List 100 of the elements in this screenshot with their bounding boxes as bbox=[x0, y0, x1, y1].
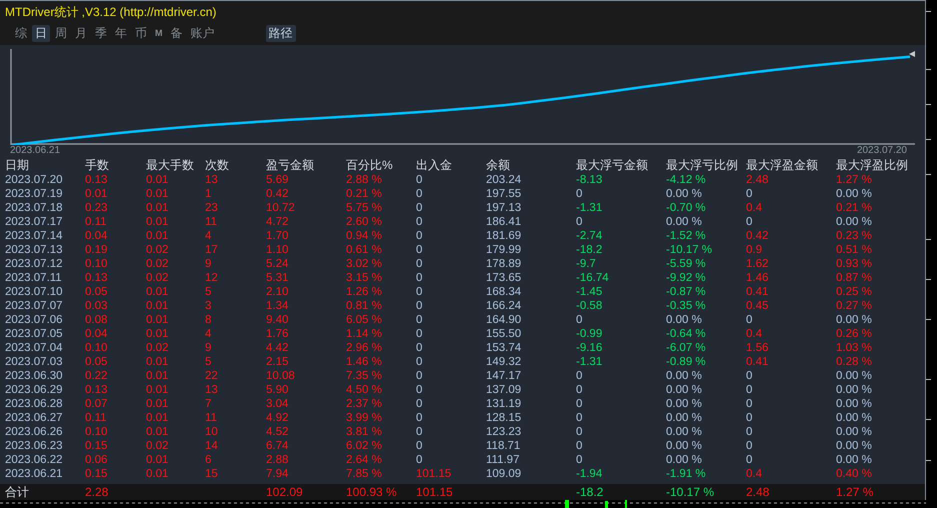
table-cell-text: 2023.07.06 bbox=[5, 313, 64, 327]
period-tab[interactable]: 综 bbox=[12, 25, 30, 42]
table-cell-text: 164.90 bbox=[486, 313, 522, 327]
table-cell-text: 123.23 bbox=[486, 425, 522, 439]
table-cell-text: 0.05 bbox=[85, 355, 108, 369]
table-cell-text: -9.92 % bbox=[666, 271, 707, 285]
table-cell-text: 0.00 % bbox=[666, 215, 703, 229]
table-cell-text: 0.27 % bbox=[836, 299, 873, 313]
table-cell-text: 2023.07.18 bbox=[5, 201, 64, 215]
table-cell-text: 0 bbox=[746, 425, 754, 439]
table-cell-text: 0.01 bbox=[146, 383, 170, 397]
table-cell-text: 0 bbox=[416, 313, 424, 327]
table-cell-text: 0.21 % bbox=[346, 187, 383, 201]
window-title: MTDriver统计 ,V3.12 (http://mtdriver.cn) bbox=[5, 4, 216, 20]
table-cell-text: 0.13 bbox=[85, 173, 108, 187]
table-cell-text: -0.35 % bbox=[666, 299, 707, 313]
column-header: 次数 bbox=[205, 157, 230, 173]
table-cell-text: -5.59 % bbox=[666, 257, 707, 271]
table-cell-text: 0 bbox=[576, 425, 584, 439]
table-cell-text: 0.08 bbox=[85, 313, 108, 327]
period-tab[interactable]: 日 bbox=[32, 25, 50, 42]
table-cell-text: 186.41 bbox=[486, 215, 522, 229]
period-tab[interactable]: 账户 bbox=[188, 25, 218, 42]
table-cell-text: 1.26 % bbox=[346, 285, 383, 299]
table-cell-text: 173.65 bbox=[486, 271, 522, 285]
column-header: 余额 bbox=[486, 157, 511, 173]
table-cell-text: 合计 bbox=[5, 484, 30, 500]
table-cell-text: 5.24 bbox=[266, 257, 290, 271]
table-cell-text: 0 bbox=[416, 187, 424, 201]
table-cell-text: 11 bbox=[205, 215, 218, 229]
table-cell-text: 0 bbox=[416, 439, 424, 453]
table-cell-text: 2023.07.05 bbox=[5, 327, 64, 341]
table-cell-text: 0 bbox=[576, 383, 584, 397]
period-tab[interactable]: 季 bbox=[92, 25, 110, 42]
table-cell-text: 179.99 bbox=[486, 243, 522, 257]
table-cell-text: 0.42 bbox=[266, 187, 290, 201]
table-cell-text: 0 bbox=[416, 243, 424, 257]
table-cell-text: 0 bbox=[416, 327, 424, 341]
table-cell-text: 0.00 % bbox=[836, 383, 873, 397]
period-tab[interactable]: 币 bbox=[132, 25, 150, 42]
table-cell-text: -1.31 bbox=[576, 201, 604, 215]
table-cell-text: 1.14 % bbox=[346, 327, 383, 341]
table-cell-text: 0.28 % bbox=[836, 355, 873, 369]
table-cell-text: 111.97 bbox=[486, 453, 520, 467]
period-tab[interactable]: 周 bbox=[52, 25, 70, 42]
table-cell-text: 23 bbox=[205, 201, 219, 215]
table-cell-text: 1.46 % bbox=[346, 355, 383, 369]
column-header: 最大手数 bbox=[146, 157, 195, 173]
period-tab[interactable]: 备 bbox=[168, 25, 186, 42]
table-cell-text: 0 bbox=[746, 453, 754, 467]
period-tab[interactable]: 年 bbox=[112, 25, 130, 42]
table-cell-text: 0.00 % bbox=[836, 313, 873, 327]
table-cell-text: 0.10 bbox=[85, 257, 108, 271]
table-cell-text: 101.15 bbox=[416, 467, 452, 481]
table-cell-text: 102.09 bbox=[266, 484, 304, 500]
table-cell-text: 0.00 % bbox=[666, 313, 703, 327]
table-cell-text: 14 bbox=[205, 439, 219, 453]
table-cell-text: 1.34 bbox=[266, 299, 290, 313]
table-cell-text: 5.75 % bbox=[346, 201, 383, 215]
table-cell-text: 149.32 bbox=[486, 355, 522, 369]
table-cell-text: 0.26 % bbox=[836, 327, 873, 341]
table-cell-text: 2.28 bbox=[85, 484, 110, 500]
table-cell-text: 0.01 bbox=[146, 173, 170, 187]
table-cell-text: 10.72 bbox=[266, 201, 296, 215]
table-cell-text: 0.87 % bbox=[836, 271, 873, 285]
table-cell-text: -0.70 % bbox=[666, 201, 707, 215]
table-cell-text: 0.51 % bbox=[836, 243, 873, 257]
table-cell-text: 0 bbox=[576, 369, 584, 383]
column-header: 日期 bbox=[5, 157, 30, 173]
table-cell-text: 197.55 bbox=[486, 187, 522, 201]
table-cell-text: 0 bbox=[416, 369, 424, 383]
table-cell-text: 0.81 % bbox=[346, 299, 383, 313]
table-cell-text: 2.48 bbox=[746, 173, 770, 187]
table-cell-text: 0 bbox=[416, 355, 424, 369]
table-cell-text: 4.50 % bbox=[346, 383, 383, 397]
table-cell-text: 0.94 % bbox=[346, 229, 383, 243]
table-cell-text: 0 bbox=[576, 439, 584, 453]
table-cell-text: 5.31 bbox=[266, 271, 290, 285]
table-cell-text: 3.15 % bbox=[346, 271, 383, 285]
table-cell-text: 0.00 % bbox=[836, 425, 873, 439]
table-cell-text: 0 bbox=[416, 229, 424, 243]
table-cell-text: 0 bbox=[416, 453, 424, 467]
table-cell-text: 166.24 bbox=[486, 299, 522, 313]
table-cell-text: 131.19 bbox=[486, 397, 522, 411]
table-cell-text: 0 bbox=[746, 313, 754, 327]
column-header: 出入金 bbox=[416, 157, 453, 173]
table-cell-text: 13 bbox=[205, 383, 219, 397]
table-cell-text: 0 bbox=[746, 215, 754, 229]
table-cell-text: 0 bbox=[576, 313, 584, 327]
table-cell-text: 10 bbox=[205, 425, 219, 439]
table-cell-text: 22 bbox=[205, 369, 219, 383]
column-header: 手数 bbox=[85, 157, 110, 173]
table-cell-text: 0.15 bbox=[85, 467, 108, 481]
column-header: 百分比% bbox=[346, 157, 394, 173]
period-tab[interactable]: 月 bbox=[72, 25, 90, 42]
path-button[interactable]: 路径 bbox=[266, 25, 296, 42]
table-cell-text: 0.01 bbox=[85, 187, 108, 201]
table-cell-text: 0 bbox=[416, 425, 424, 439]
table-cell-text: 0.01 bbox=[146, 369, 170, 383]
table-cell-text: 1.27 % bbox=[836, 173, 873, 187]
